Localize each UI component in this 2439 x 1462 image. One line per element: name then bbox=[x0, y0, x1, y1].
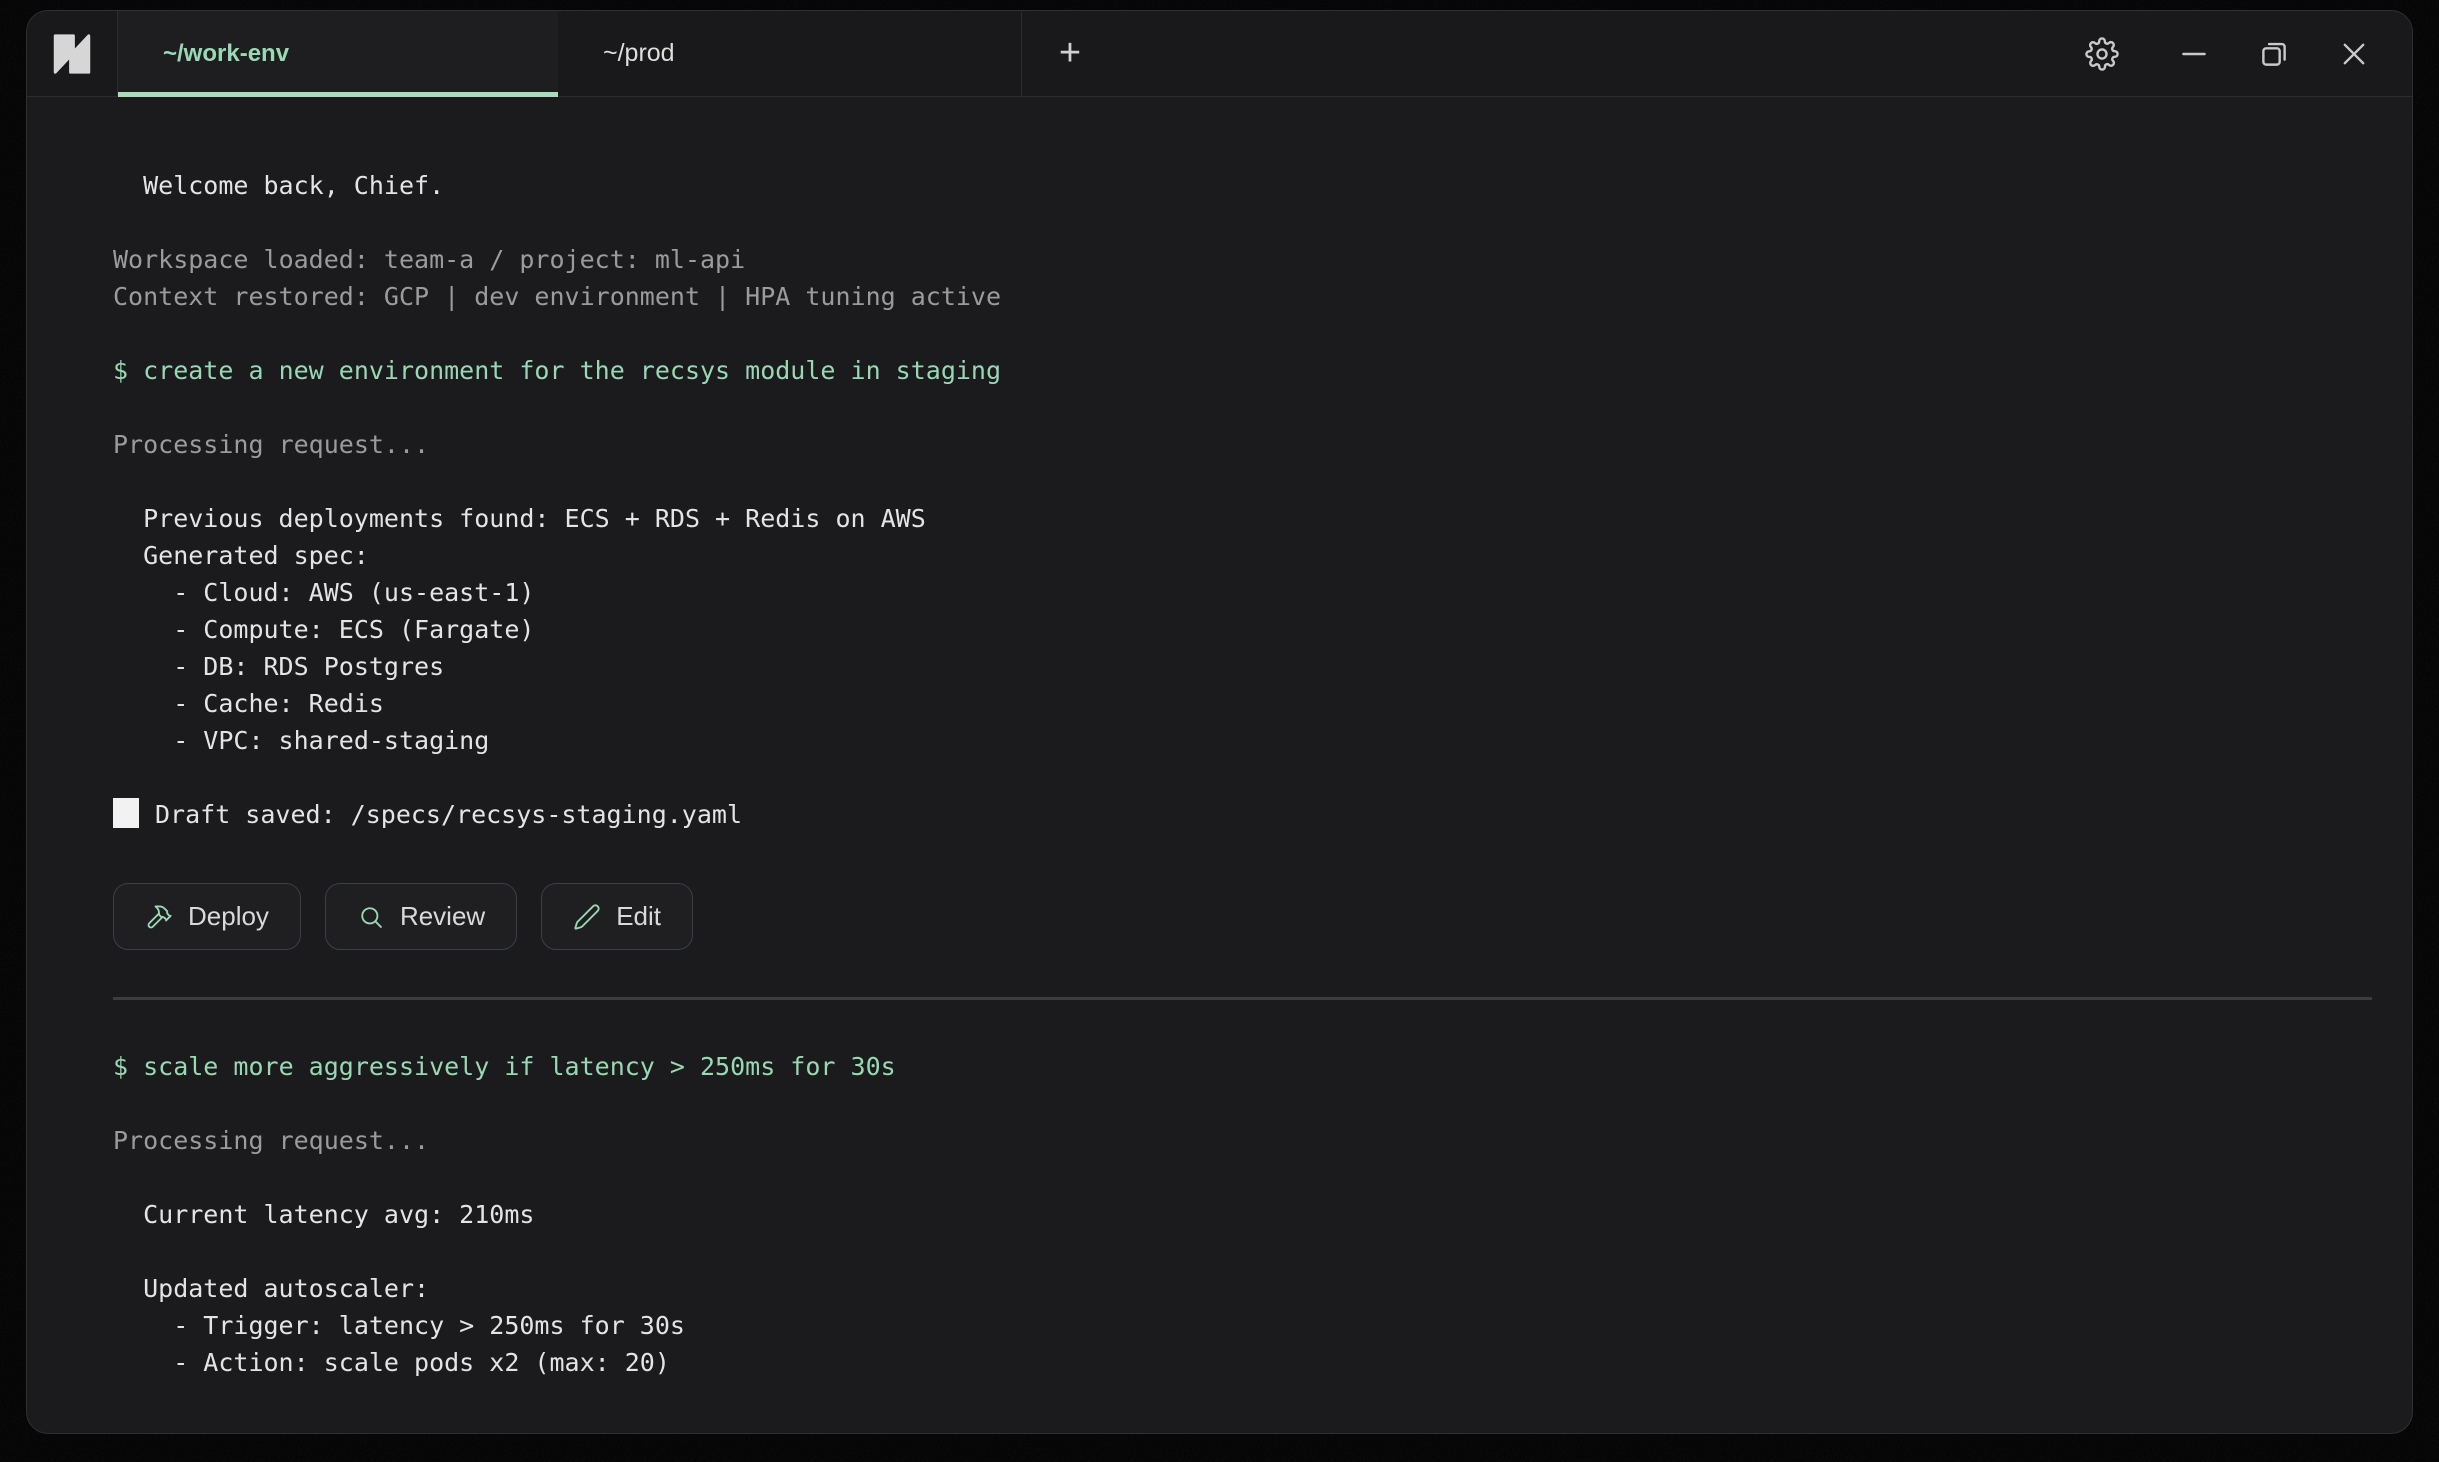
desktop-background: ~/work-env ~/prod + bbox=[0, 0, 2439, 1462]
deployments-found-line: Previous deployments found: ECS + RDS + … bbox=[113, 500, 2372, 537]
hammer-icon bbox=[145, 903, 173, 931]
plus-icon: + bbox=[1059, 32, 1081, 75]
edit-button-label: Edit bbox=[616, 898, 661, 935]
minimize-button[interactable] bbox=[2176, 36, 2212, 72]
tab-bar: ~/work-env ~/prod + bbox=[27, 11, 2412, 97]
context-line: Context restored: GCP | dev environment … bbox=[113, 278, 2372, 315]
deploy-button-label: Deploy bbox=[188, 898, 269, 935]
spec-item-cache: - Cache: Redis bbox=[113, 685, 2372, 722]
command-prompt-2: $ scale more aggressively if latency > 2… bbox=[113, 1048, 2372, 1085]
tab-bar-spacer bbox=[1118, 11, 2084, 96]
tab-work-env[interactable]: ~/work-env bbox=[118, 11, 558, 96]
generated-spec-title: Generated spec: bbox=[113, 537, 2372, 574]
tab-work-env-label: ~/work-env bbox=[163, 40, 289, 68]
restore-icon bbox=[2257, 37, 2291, 71]
autoscaler-title: Updated autoscaler: bbox=[113, 1270, 2372, 1307]
spec-item-cloud: - Cloud: AWS (us-east-1) bbox=[113, 574, 2372, 611]
close-button[interactable] bbox=[2336, 36, 2372, 72]
terminal-window: ~/work-env ~/prod + bbox=[26, 10, 2413, 1434]
new-tab-button[interactable]: + bbox=[1022, 11, 1118, 96]
spec-item-vpc: - VPC: shared-staging bbox=[113, 722, 2372, 759]
processing-status-1: Processing request... bbox=[113, 426, 2372, 463]
spec-item-compute: - Compute: ECS (Fargate) bbox=[113, 611, 2372, 648]
action-buttons-row: Deploy Review Edit bbox=[113, 883, 2372, 950]
spec-item-db: - DB: RDS Postgres bbox=[113, 648, 2372, 685]
minimize-icon bbox=[2177, 37, 2211, 71]
settings-button[interactable] bbox=[2084, 36, 2120, 72]
command-prompt-1: $ create a new environment for the recsy… bbox=[113, 352, 2372, 389]
draft-saved-line: Draft saved: /specs/recsys-staging.yaml bbox=[113, 796, 2372, 833]
terminal-session-1: Welcome back, Chief. Workspace loaded: t… bbox=[27, 97, 2412, 1000]
autoscaler-item-trigger: - Trigger: latency > 250ms for 30s bbox=[113, 1307, 2372, 1344]
tab-prod[interactable]: ~/prod bbox=[558, 11, 1022, 96]
processing-status-2: Processing request... bbox=[113, 1122, 2372, 1159]
magnifier-icon bbox=[357, 903, 385, 931]
workspace-line: Workspace loaded: team-a / project: ml-a… bbox=[113, 241, 2372, 278]
review-button[interactable]: Review bbox=[325, 883, 517, 950]
review-button-label: Review bbox=[400, 898, 485, 935]
autoscaler-item-action: - Action: scale pods x2 (max: 20) bbox=[113, 1344, 2372, 1381]
latency-line: Current latency avg: 210ms bbox=[113, 1196, 2372, 1233]
draft-saved-text: Draft saved: /specs/recsys-staging.yaml bbox=[155, 800, 742, 829]
block-cursor bbox=[113, 798, 139, 828]
maximize-button[interactable] bbox=[2256, 36, 2292, 72]
window-controls bbox=[2084, 11, 2412, 96]
terminal-session-2: $ scale more aggressively if latency > 2… bbox=[27, 1000, 2412, 1381]
app-logo bbox=[27, 11, 118, 96]
gear-icon bbox=[2085, 37, 2119, 71]
active-tab-underline bbox=[118, 92, 558, 97]
pen-icon bbox=[573, 903, 601, 931]
tab-prod-label: ~/prod bbox=[603, 39, 675, 68]
deploy-button[interactable]: Deploy bbox=[113, 883, 301, 950]
n-zigzag-logo-icon bbox=[48, 30, 96, 78]
edit-button[interactable]: Edit bbox=[541, 883, 693, 950]
welcome-line: Welcome back, Chief. bbox=[113, 167, 2372, 204]
close-icon bbox=[2337, 37, 2371, 71]
